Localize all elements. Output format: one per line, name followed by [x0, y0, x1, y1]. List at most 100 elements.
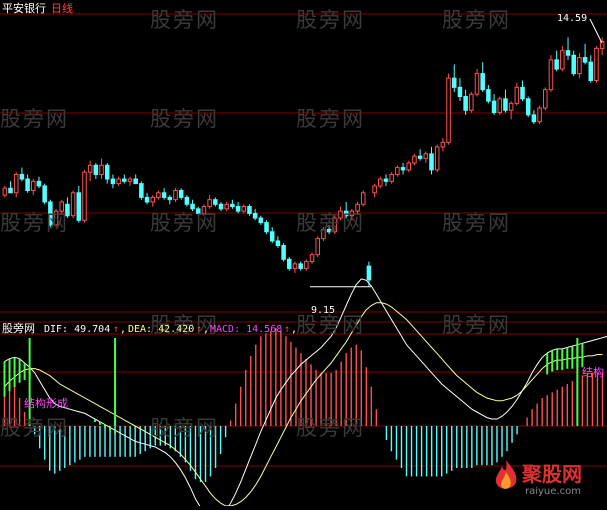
candle-down: [94, 165, 98, 174]
candle-down: [179, 191, 183, 198]
candle-down: [168, 197, 172, 199]
candle-up: [470, 94, 474, 110]
candle-up: [373, 186, 377, 193]
dea-label: DEA: 42.420: [128, 323, 194, 336]
candle-up: [379, 179, 383, 186]
candle-down: [26, 179, 30, 190]
candle-down: [583, 58, 587, 63]
candle-down: [521, 87, 525, 98]
candle-up: [151, 197, 155, 202]
candle-up: [316, 239, 320, 255]
logo-url: raiyue.com: [525, 486, 581, 497]
watermark: 股旁网: [296, 207, 365, 237]
candle-up: [100, 165, 104, 174]
candle-down: [299, 264, 303, 269]
macd-separator: ,: [291, 323, 297, 336]
candle-up: [88, 165, 92, 172]
logo-text: 聚股网: [522, 458, 582, 487]
candle-up: [509, 103, 513, 110]
candle-up: [83, 172, 87, 220]
site-logo: 聚股网 raiyue.com: [492, 458, 602, 502]
watermark: 股旁网: [150, 207, 219, 237]
candle-up: [475, 74, 479, 95]
candle-up: [305, 262, 309, 269]
candle-down: [145, 197, 149, 202]
candle-down: [214, 200, 218, 205]
candle-down: [526, 99, 530, 115]
candle-down: [532, 115, 536, 122]
dif-arrow: ↑: [113, 323, 119, 336]
candle-up: [413, 156, 417, 163]
candle-down: [481, 74, 485, 90]
candle-down: [259, 218, 263, 223]
candle-up: [447, 78, 451, 142]
candle-up: [549, 60, 553, 90]
candle-down: [185, 197, 189, 204]
candle-down: [123, 179, 127, 181]
watermark: 股旁网: [0, 412, 69, 442]
candle-down: [276, 241, 280, 246]
candle-down: [282, 246, 286, 260]
candle-down: [43, 186, 47, 202]
watermark: 股旁网: [296, 412, 365, 442]
candle-up: [208, 200, 212, 207]
candle-up: [578, 58, 582, 74]
grid-lines: [0, 14, 607, 466]
candle-down: [20, 174, 24, 179]
dif-label: DIF: 49.704: [44, 323, 110, 336]
candle-up: [498, 99, 502, 113]
candle-down: [566, 51, 570, 56]
watermark: 股旁网: [296, 103, 365, 133]
candle-up: [242, 207, 246, 212]
flame-icon: [492, 458, 520, 494]
stock-name: 平安银行: [2, 2, 46, 15]
candle-down: [105, 165, 109, 179]
candle-up: [310, 255, 314, 262]
candle-up: [117, 179, 121, 184]
low-price-label: 9.15: [311, 304, 335, 317]
candle-down: [555, 60, 559, 69]
high-marker-line: [590, 19, 602, 43]
candle-up: [32, 181, 36, 190]
candle-down: [111, 179, 115, 184]
candle-down: [367, 266, 371, 280]
candle-down: [384, 179, 388, 181]
watermark: 股旁网: [150, 4, 219, 34]
candle-down: [236, 207, 240, 212]
candle-up: [515, 87, 519, 103]
candle-down: [248, 207, 252, 214]
candle-up: [390, 174, 394, 181]
candle-up: [435, 147, 439, 170]
candle-down: [37, 181, 41, 186]
watermark: 股旁网: [150, 412, 219, 442]
candle-down: [253, 213, 257, 218]
watermark: 股旁网: [296, 4, 365, 34]
candle-up: [14, 174, 18, 192]
candle-up: [293, 264, 297, 269]
candle-up: [174, 191, 178, 200]
price-markers: [310, 19, 602, 287]
candle-down: [77, 193, 81, 221]
watermark: 股旁网: [442, 4, 511, 34]
candlestick-series: [3, 37, 604, 286]
candle-down: [219, 204, 223, 209]
watermark: 股旁网: [442, 309, 511, 339]
candle-down: [589, 62, 593, 80]
candle-down: [504, 99, 508, 110]
candle-up: [157, 193, 161, 198]
macd-label: MACD: 14.568: [210, 323, 282, 336]
candle-up: [544, 90, 548, 108]
candle-down: [401, 168, 405, 170]
candle-down: [9, 188, 13, 193]
candle-down: [430, 154, 434, 170]
chart-stage: 股旁网 股旁网 股旁网 股旁网 股旁网 股旁网 股旁网 股旁网 股旁网 股旁网 …: [0, 0, 607, 506]
candle-down: [288, 259, 292, 268]
candle-up: [424, 154, 428, 159]
candle-down: [487, 90, 491, 101]
candle-down: [418, 156, 422, 158]
candle-up: [538, 108, 542, 122]
macd-arrow: ↑: [284, 323, 290, 336]
candle-down: [270, 232, 274, 241]
dea-arrow: ↑: [196, 323, 202, 336]
watermark: 股旁网: [0, 207, 69, 237]
